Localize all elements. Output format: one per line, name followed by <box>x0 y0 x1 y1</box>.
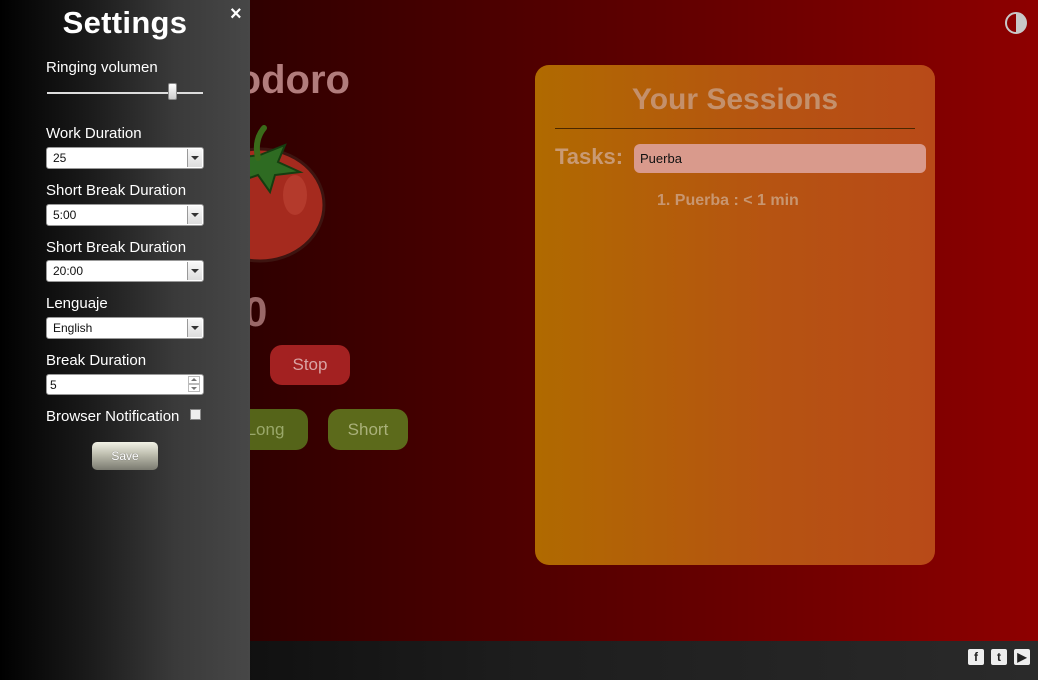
language-select[interactable]: English <box>46 317 204 339</box>
chevron-down-icon[interactable] <box>187 149 202 167</box>
short-break-select[interactable]: 5:00 <box>46 204 204 226</box>
short-break-value: 5:00 <box>53 208 77 222</box>
break-duration-label: Break Duration <box>46 352 147 369</box>
long-break-value: 20:00 <box>53 264 84 278</box>
settings-panel: Settings × Ringing volumen Work Duration… <box>0 0 250 680</box>
browser-notification-checkbox[interactable] <box>190 409 201 420</box>
short-break-button[interactable]: Short <box>328 409 408 450</box>
work-duration-select[interactable]: 25 <box>46 147 204 169</box>
stop-button[interactable]: Stop <box>270 345 350 385</box>
work-duration-value: 25 <box>53 151 67 165</box>
task-input[interactable]: Puerba <box>634 144 926 173</box>
break-duration-value: 5 <box>50 378 57 392</box>
break-duration-input[interactable]: 5 <box>46 374 204 395</box>
short-break-label: Short Break Duration <box>46 182 187 199</box>
facebook-icon[interactable]: f <box>968 649 984 665</box>
save-button[interactable]: Save <box>92 442 158 470</box>
divider <box>555 128 915 129</box>
number-stepper[interactable] <box>188 376 200 393</box>
long-break-label: Short Break Duration <box>46 239 187 256</box>
contrast-icon[interactable] <box>1005 12 1027 34</box>
long-break-select[interactable]: 20:00 <box>46 260 204 282</box>
stepper-down-icon[interactable] <box>188 384 200 392</box>
chevron-down-icon[interactable] <box>187 262 202 280</box>
youtube-icon[interactable]: ▶ <box>1014 649 1030 665</box>
tasks-label: Tasks: <box>555 144 624 169</box>
work-duration-label: Work Duration <box>46 125 142 142</box>
twitter-icon[interactable]: t <box>991 649 1007 665</box>
ringing-volume-label: Ringing volumen <box>46 59 158 76</box>
chevron-down-icon[interactable] <box>187 319 202 337</box>
chevron-down-icon[interactable] <box>187 206 202 224</box>
stepper-up-icon[interactable] <box>188 376 200 384</box>
slider-handle[interactable] <box>168 83 177 100</box>
language-value: English <box>53 321 93 335</box>
sessions-panel: Your Sessions Tasks: Puerba 1. Puerba : … <box>535 65 935 565</box>
language-label: Lenguaje <box>46 295 108 312</box>
sessions-title: Your Sessions <box>631 83 839 116</box>
settings-title: Settings <box>62 5 188 40</box>
close-icon[interactable]: × <box>230 3 242 26</box>
ringing-volume-slider[interactable] <box>47 92 203 94</box>
list-item: 1. Puerba : < 1 min <box>657 192 799 209</box>
browser-notification-label: Browser Notification <box>46 408 180 425</box>
